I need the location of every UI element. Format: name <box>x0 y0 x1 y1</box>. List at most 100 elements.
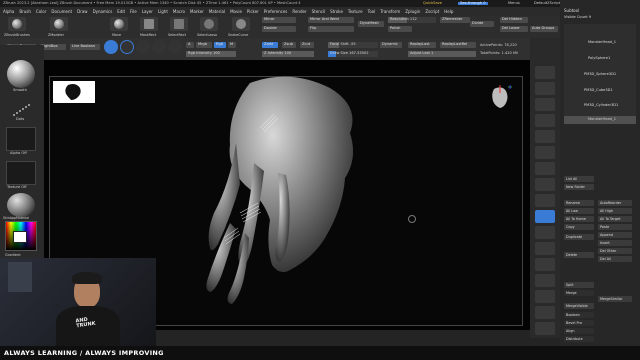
material-thumbnail[interactable] <box>7 193 35 217</box>
del-lower-button[interactable]: Del Lower <box>500 26 528 32</box>
auto-groups-button[interactable]: Auto Groups <box>530 26 558 32</box>
menu-macro[interactable]: Macro <box>173 9 185 14</box>
all-to-home-button[interactable]: All To Home <box>564 216 594 222</box>
merge-visible-button[interactable]: MergeVisible <box>564 303 594 309</box>
quicksave-button[interactable]: QuickSave <box>423 1 442 6</box>
menu-texture[interactable]: Texture <box>348 9 363 14</box>
menu-layer[interactable]: Layer <box>142 9 153 14</box>
frame-button[interactable] <box>535 226 555 239</box>
navigation-thumbnail[interactable] <box>53 81 95 103</box>
mirror-and-weld-button[interactable]: Mirror And Weld <box>308 17 354 23</box>
append-button[interactable]: Append <box>598 232 632 238</box>
copy-button[interactable]: Copy <box>564 224 594 230</box>
subtool-item-2[interactable]: PM3D_Sphere3D1 <box>584 72 640 80</box>
move-view-button[interactable] <box>535 242 555 255</box>
menu-stroke[interactable]: Stroke <box>330 9 343 14</box>
distribute-header[interactable]: Distribute <box>564 336 594 342</box>
menu-movie[interactable]: Movie <box>230 9 242 14</box>
scale-mode-button[interactable] <box>152 40 166 54</box>
select-lasso-button[interactable] <box>200 17 218 31</box>
menu-dynamics[interactable]: Dynamics <box>93 9 113 14</box>
live-boolean-tab[interactable]: Live Boolean <box>70 44 100 50</box>
edit-mode-button[interactable] <box>104 40 118 54</box>
move-tool-button[interactable] <box>110 17 128 31</box>
mirror-button[interactable]: Mirror <box>262 17 296 23</box>
menu-picker[interactable]: Picker <box>247 9 259 14</box>
dynamic-button[interactable]: Dynamic <box>380 42 402 48</box>
menus-button[interactable]: Menus <box>508 1 520 6</box>
bevel-pro-header[interactable]: Bevel Pro <box>564 320 594 326</box>
a-toggle[interactable]: A <box>186 42 194 48</box>
menu-file[interactable]: File <box>130 9 137 14</box>
subtool-item-1[interactable]: PolySphere1 <box>588 56 640 64</box>
menu-transform[interactable]: Transform <box>380 9 400 14</box>
replay-last-rel-button[interactable]: ReplayLastRel <box>440 42 476 48</box>
paste-button[interactable]: Paste <box>598 224 632 230</box>
menu-light[interactable]: Light <box>158 9 168 14</box>
rgb-intensity-slider[interactable]: Rgb Intensity 100 <box>186 51 236 57</box>
flip-button[interactable]: Flip <box>308 26 354 32</box>
zremesher-button[interactable]: ZRemesher <box>440 17 470 23</box>
replay-last-button[interactable]: ReplayLast <box>408 42 436 48</box>
snake-curve-button[interactable] <box>232 17 250 31</box>
resolution-slider[interactable]: Resolution 112 <box>388 17 436 23</box>
transp-button[interactable] <box>535 290 555 303</box>
auto-reorder-button[interactable]: AutoReorder <box>598 200 632 206</box>
sculpt-model[interactable] <box>200 73 400 327</box>
menu-zscript[interactable]: Zscript <box>425 9 439 14</box>
m-toggle[interactable]: M <box>228 42 236 48</box>
brush-tool-button[interactable] <box>8 17 26 31</box>
del-all-button[interactable]: Del All <box>598 256 632 262</box>
boolean-header[interactable]: Boolean <box>564 312 594 318</box>
menu-document[interactable]: Document <box>51 9 72 14</box>
persp-button[interactable] <box>535 162 555 175</box>
focal-shift-slider[interactable]: Focal Shift -55 <box>328 42 378 48</box>
see-through-slider[interactable]: See-through 0 <box>458 1 488 6</box>
menu-tool[interactable]: Tool <box>368 9 376 14</box>
subtool-item-0[interactable]: MonsterHead_1 <box>588 40 640 48</box>
select-rect-button[interactable] <box>170 17 188 31</box>
subtool-item-3[interactable]: PM3D_Cube3D1 <box>584 88 640 96</box>
new-folder-button[interactable]: New Folder <box>564 184 594 190</box>
merge-similar-button[interactable]: MergeSimilar <box>598 296 632 302</box>
solo-button[interactable] <box>535 306 555 319</box>
menu-marker[interactable]: Marker <box>190 9 204 14</box>
scroll-button[interactable] <box>535 98 555 111</box>
floor-button[interactable] <box>535 178 555 191</box>
move-mode-button[interactable] <box>136 40 150 54</box>
split-button[interactable]: Split <box>564 282 594 288</box>
rgb-toggle[interactable]: Rgb <box>214 42 226 48</box>
del-other-button[interactable]: Del Other <box>598 248 632 254</box>
alpha-thumbnail[interactable] <box>6 127 36 151</box>
zoom3d-button[interactable] <box>535 258 555 271</box>
zsub-toggle[interactable]: Zsub <box>282 42 296 48</box>
adjust-last-slider[interactable]: Adjust Last 1 <box>408 51 476 57</box>
menu-draw[interactable]: Draw <box>77 9 87 14</box>
actual-button[interactable] <box>535 130 555 143</box>
gyro-button[interactable] <box>535 210 555 223</box>
menu-stencil[interactable]: Stencil <box>312 9 326 14</box>
rename-button[interactable]: Rename <box>564 200 594 206</box>
spix-button[interactable] <box>535 82 555 95</box>
zcut-toggle[interactable]: Zcut <box>300 42 314 48</box>
polish-button[interactable]: Polish <box>388 26 412 32</box>
mask-rect-button[interactable] <box>140 17 158 31</box>
xpose-button[interactable] <box>535 322 555 335</box>
zoom-button[interactable] <box>535 114 555 127</box>
rotate-view-button[interactable] <box>535 274 555 287</box>
divide-button[interactable]: Divide <box>470 21 494 27</box>
align-header[interactable]: Align <box>564 328 594 334</box>
delete-button[interactable]: Delete <box>564 252 594 258</box>
duplicate-button[interactable]: Duplicate <box>564 234 594 240</box>
visible-count-slider[interactable]: Visible Count 9 <box>564 15 636 23</box>
menu-alpha[interactable]: Alpha <box>3 9 14 14</box>
merge-header[interactable]: Merge <box>564 290 594 296</box>
draw-mode-button[interactable] <box>120 40 134 54</box>
list-all-button[interactable]: List All <box>564 176 594 182</box>
all-high-button[interactable]: All High <box>598 208 632 214</box>
z-intensity-slider[interactable]: Z Intensity 100 <box>262 51 314 57</box>
subtool-item-4[interactable]: PM3D_Cylinder3D1 <box>584 103 640 111</box>
zmodeler-tool-button[interactable] <box>50 17 68 31</box>
del-hidden-button[interactable]: Del Hidden <box>500 17 528 23</box>
mrgb-toggle[interactable]: Mrgb <box>196 42 212 48</box>
